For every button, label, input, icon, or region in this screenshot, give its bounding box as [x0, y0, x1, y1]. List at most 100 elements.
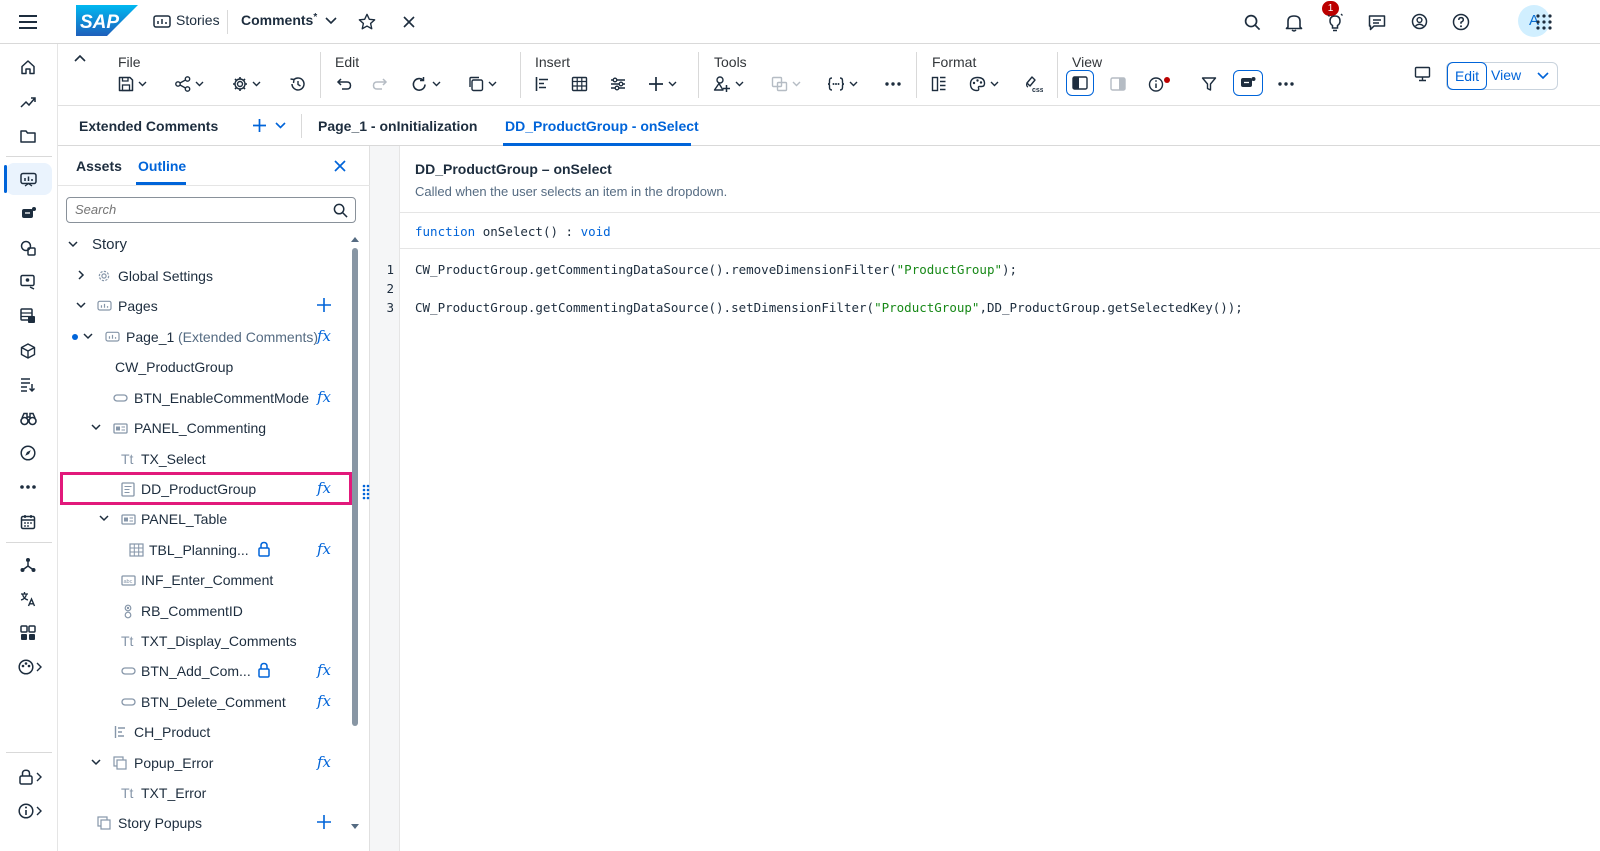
- info-icon[interactable]: [17, 800, 45, 822]
- undo-button[interactable]: [335, 72, 352, 96]
- edit-mode-button[interactable]: Edit: [1447, 62, 1487, 90]
- tab-assets[interactable]: Assets: [76, 158, 122, 174]
- chevron-down-icon[interactable]: [75, 299, 89, 313]
- collaboration-icon[interactable]: [1405, 8, 1433, 36]
- tree-item-story[interactable]: Story: [58, 230, 354, 260]
- script-fx-icon[interactable]: fx: [316, 753, 336, 773]
- tree-item-panel-table[interactable]: PANEL_Table: [58, 504, 354, 534]
- add-page-button[interactable]: [252, 118, 267, 133]
- version-history-button[interactable]: [289, 72, 306, 96]
- code-line[interactable]: CW_ProductGroup.getCommentingDataSource(…: [415, 262, 1017, 277]
- tree-item-panel-commenting[interactable]: PANEL_Commenting: [58, 413, 354, 443]
- tree-item-btn-delete-comment[interactable]: BTN_Delete_Comment fx: [58, 687, 354, 717]
- script-fx-icon[interactable]: fx: [316, 388, 336, 408]
- tree-item-pages[interactable]: Pages: [58, 291, 354, 321]
- help-icon[interactable]: [1447, 8, 1475, 36]
- tree-item-inf-enter-comment[interactable]: abc INF_Enter_Comment: [58, 565, 354, 595]
- data-analyzer-icon[interactable]: [17, 237, 39, 259]
- security-lock-icon[interactable]: [17, 766, 45, 788]
- insert-table-button[interactable]: [571, 72, 588, 96]
- code-line[interactable]: CW_ProductGroup.getCommentingDataSource(…: [415, 300, 1243, 315]
- explorer-binoculars-icon[interactable]: [17, 408, 39, 430]
- tab-extended-comments[interactable]: Extended Comments: [79, 118, 218, 134]
- folder-icon[interactable]: [17, 125, 39, 147]
- chevron-down-icon[interactable]: [1537, 72, 1549, 80]
- presentation-icon[interactable]: [17, 271, 39, 293]
- tab-outline[interactable]: Outline: [138, 158, 186, 174]
- feedback-icon[interactable]: [1363, 8, 1391, 36]
- menu-icon[interactable]: [14, 8, 42, 36]
- linked-analysis-menu-button[interactable]: [771, 72, 801, 96]
- info-panel-button[interactable]: [1148, 72, 1172, 96]
- view-overflow-button[interactable]: [1278, 72, 1294, 96]
- lightbulb-icon[interactable]: [1321, 8, 1349, 36]
- trend-icon[interactable]: [17, 91, 39, 113]
- tab-dd-productgroup-onselect[interactable]: DD_ProductGroup - onSelect: [505, 118, 699, 134]
- panel-splitter[interactable]: [362, 146, 400, 851]
- translation-icon[interactable]: [17, 588, 39, 610]
- tree-item-cw-productgroup[interactable]: CW_ProductGroup: [58, 352, 354, 382]
- close-panel-icon[interactable]: [334, 160, 346, 172]
- theme-menu-button[interactable]: [969, 72, 999, 96]
- more-nav-icon[interactable]: [17, 476, 39, 498]
- document-title-menu[interactable]: Comments*: [241, 12, 337, 28]
- save-menu-button[interactable]: [118, 72, 147, 96]
- bell-icon[interactable]: [1280, 8, 1308, 36]
- system-icon[interactable]: [17, 656, 45, 678]
- chevron-down-icon[interactable]: [90, 756, 104, 770]
- insert-more-menu-button[interactable]: [648, 72, 677, 96]
- add-popup-plus-icon[interactable]: [316, 814, 334, 832]
- chevron-down-icon[interactable]: [98, 512, 112, 526]
- insert-input-control-button[interactable]: [610, 72, 626, 96]
- connections-icon[interactable]: [17, 554, 39, 576]
- insert-chart-button[interactable]: [535, 72, 550, 96]
- chevron-down-icon[interactable]: [82, 330, 96, 344]
- css-button[interactable]: css: [1025, 72, 1043, 96]
- outline-search-input[interactable]: [75, 202, 315, 217]
- tree-item-story-popups[interactable]: Story Popups: [58, 808, 354, 838]
- stories-link[interactable]: Stories: [176, 12, 220, 28]
- refresh-menu-button[interactable]: [411, 72, 441, 96]
- tools-overflow-button[interactable]: [885, 72, 901, 96]
- add-page-plus-icon[interactable]: [316, 297, 334, 315]
- chevron-down-icon[interactable]: [90, 421, 104, 435]
- tree-item-rb-commentid[interactable]: RB_CommentID: [58, 596, 354, 626]
- device-preview-icon[interactable]: [1414, 66, 1431, 82]
- drag-handle-icon[interactable]: [362, 484, 370, 500]
- data-actions-icon[interactable]: [17, 374, 39, 396]
- search-icon[interactable]: [333, 203, 348, 218]
- search-icon[interactable]: [1238, 8, 1266, 36]
- tree-item-txt-error[interactable]: Tt TXT_Error: [58, 778, 354, 808]
- collapse-toolbar-icon[interactable]: [74, 54, 86, 62]
- tree-item-btn-add-comment[interactable]: BTN_Add_Com... fx: [58, 656, 354, 686]
- model-cube-icon[interactable]: [17, 340, 39, 362]
- tab-page1-oninitialization[interactable]: Page_1 - onInitialization: [318, 118, 477, 134]
- copy-menu-button[interactable]: [468, 72, 497, 96]
- redo-button[interactable]: [372, 72, 389, 96]
- tree-item-tbl-planning[interactable]: TBL_Planning... fx: [58, 535, 354, 565]
- chevron-down-icon[interactable]: [275, 122, 286, 129]
- script-fx-icon[interactable]: fx: [316, 327, 336, 347]
- tree-item-popup-error[interactable]: Popup_Error fx: [58, 748, 354, 778]
- calendar-icon[interactable]: [17, 511, 39, 533]
- share-menu-button[interactable]: [175, 72, 204, 96]
- view-mode-button[interactable]: View: [1491, 67, 1521, 83]
- outline-scrollbar-thumb[interactable]: [352, 248, 358, 726]
- tree-item-btn-enablecommentmode[interactable]: BTN_EnableCommentMode fx: [58, 383, 354, 413]
- tree-item-ch-product[interactable]: CH_Product: [58, 717, 354, 747]
- home-icon[interactable]: [17, 56, 39, 78]
- comment-mode-toggle[interactable]: [1233, 70, 1263, 96]
- filter-button[interactable]: [1201, 72, 1217, 96]
- add-calculation-menu-button[interactable]: [713, 72, 744, 96]
- close-icon[interactable]: [395, 8, 423, 36]
- tree-item-global-settings[interactable]: Global Settings: [58, 261, 354, 291]
- chevron-down-icon[interactable]: [67, 238, 81, 252]
- datasets-icon[interactable]: [17, 305, 39, 327]
- product-switch-icon[interactable]: [1530, 8, 1558, 36]
- tree-item-page1[interactable]: Page_1 (Extended Comments) fx: [58, 322, 354, 352]
- stories-nav-icon[interactable]: [17, 168, 39, 190]
- left-panel-toggle[interactable]: [1066, 70, 1094, 96]
- layout-button[interactable]: [931, 72, 947, 96]
- scroll-up-arrow[interactable]: [351, 236, 359, 242]
- right-panel-toggle[interactable]: [1110, 72, 1126, 96]
